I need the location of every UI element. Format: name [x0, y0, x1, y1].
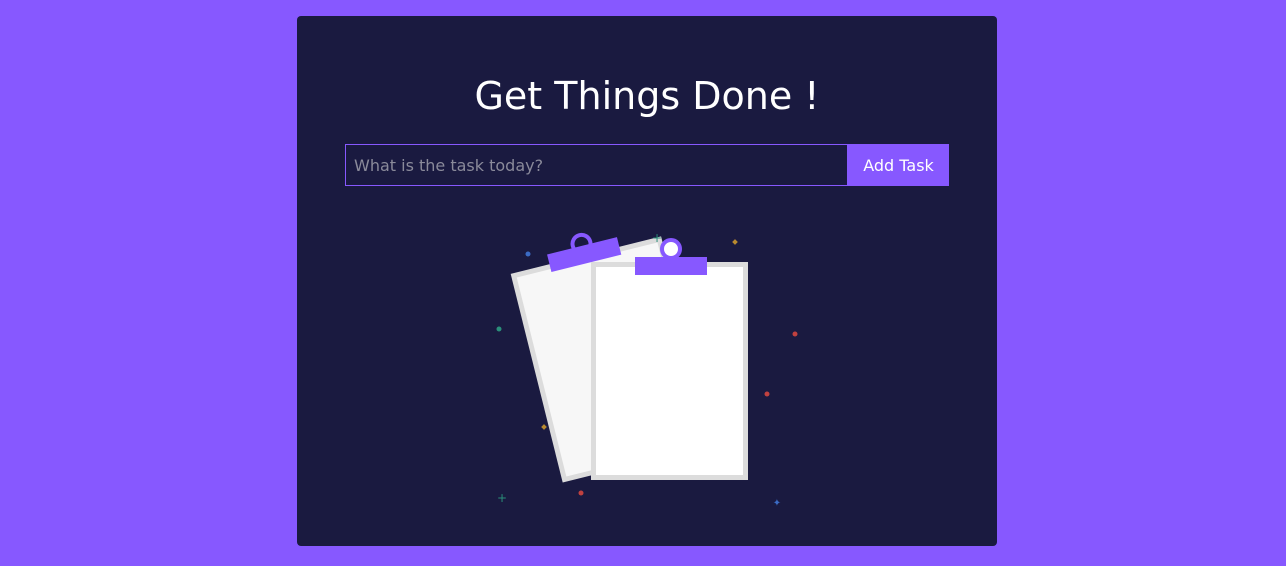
svg-text:+: + — [497, 491, 507, 505]
todo-app-panel: Get Things Done ! Add Task + — [297, 16, 997, 546]
task-input[interactable] — [345, 144, 848, 186]
page-title: Get Things Done ! — [474, 74, 820, 118]
front-clipboard-icon — [591, 238, 748, 480]
svg-text:✦: ✦ — [773, 498, 781, 509]
add-task-button[interactable]: Add Task — [848, 144, 949, 186]
task-form: Add Task — [345, 144, 949, 186]
empty-state-illustration: + + ✦ — [487, 212, 807, 512]
clipboards-illustration-icon: + + ✦ — [496, 231, 798, 509]
svg-text:+: + — [652, 231, 662, 245]
